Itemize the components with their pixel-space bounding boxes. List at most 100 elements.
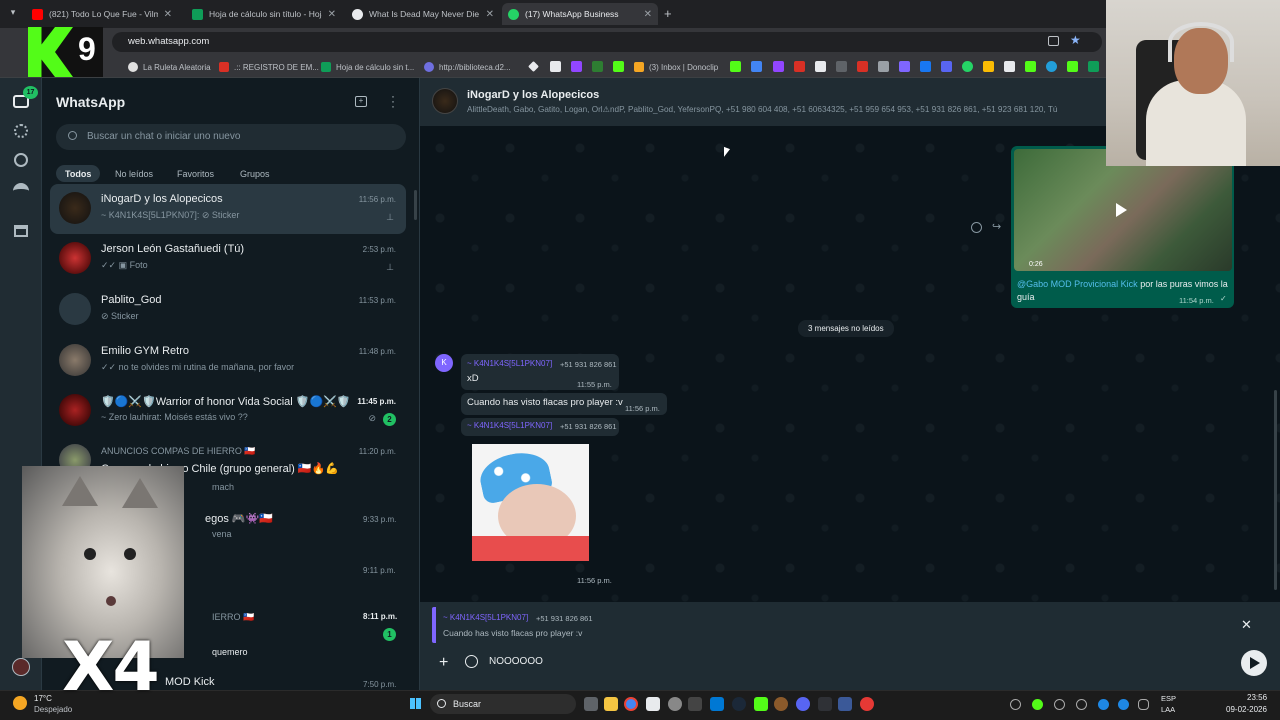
close-icon[interactable]: ✕ [164, 9, 172, 20]
install-app-icon[interactable] [1048, 36, 1059, 46]
group-avatar[interactable] [432, 88, 458, 114]
close-icon[interactable]: ✕ [486, 9, 494, 20]
reply-quote[interactable] [432, 607, 436, 643]
chat-item[interactable]: Jerson León Gastañuedi (Tú) ✓✓ ▣ Foto 2:… [50, 234, 406, 284]
sticker[interactable] [472, 444, 589, 561]
communities-nav-icon[interactable] [13, 183, 29, 195]
bookmark-donoclip[interactable]: (3) Inbox | Donoclip [634, 60, 718, 74]
sender-name[interactable]: ~ K4N1K4S[5L1PKN07] [467, 421, 552, 430]
channels-nav-icon[interactable] [14, 153, 28, 167]
chat-item[interactable]: 🛡️🔵⚔️🛡️Warrior of honor Vida Social 🛡️🔵⚔… [50, 386, 406, 436]
tab-search-button[interactable]: ▾ [6, 7, 20, 21]
app-icon[interactable] [710, 697, 724, 711]
tray-icon[interactable] [1076, 699, 1087, 710]
explorer-icon[interactable] [604, 697, 618, 711]
sender-name[interactable]: ~ K4N1K4S[5L1PKN07] [467, 359, 552, 368]
url-text[interactable]: web.whatsapp.com [128, 36, 209, 47]
bookmark-icon[interactable] [815, 61, 826, 72]
menu-icon[interactable]: · · · [389, 90, 397, 112]
app-icon[interactable] [860, 697, 874, 711]
filter-todos[interactable]: Todos [56, 165, 101, 182]
tab-sheets[interactable]: Hoja de cálculo sin título - Hoja ✕ [186, 3, 342, 25]
app-icon[interactable] [818, 697, 832, 711]
bookmark-icon[interactable] [571, 61, 582, 72]
bookmark-icon[interactable] [613, 61, 624, 72]
bookmark-icon[interactable] [550, 61, 561, 72]
group-name[interactable]: iNogarD y los Alopecicos [467, 89, 599, 101]
chrome-icon[interactable] [624, 697, 638, 711]
mention[interactable]: @Gabo MOD Provicional Kick [1017, 279, 1138, 289]
close-icon[interactable]: ✕ [644, 9, 652, 20]
bookmark-star-icon[interactable]: ★ [1070, 33, 1081, 47]
taskbar-search[interactable] [430, 694, 576, 714]
catalog-nav-icon[interactable] [14, 225, 28, 237]
sticker-icon[interactable] [465, 655, 478, 668]
tab-whatsapp[interactable]: (17) WhatsApp Business ✕ [502, 3, 658, 25]
new-tab-button[interactable]: + [664, 6, 672, 21]
bookmark-icon[interactable] [751, 61, 762, 72]
bookmark-icon[interactable] [920, 61, 931, 72]
kick-icon[interactable] [754, 697, 768, 711]
bookmark-icon[interactable] [1088, 61, 1099, 72]
message-input[interactable]: NOOOOOO [489, 656, 543, 667]
bookmark-registro[interactable]: .:: REGISTRO DE EM... [219, 60, 319, 74]
emoji-react-icon[interactable] [971, 222, 982, 233]
chat-scrollbar[interactable] [1274, 390, 1277, 590]
tray-icon[interactable] [1054, 699, 1065, 710]
app-icon[interactable] [838, 697, 852, 711]
bookmark-icon[interactable] [941, 61, 952, 72]
bookmark-icon[interactable] [1025, 61, 1036, 72]
bookmark-icon[interactable] [730, 61, 741, 72]
bookmark-icon[interactable] [794, 61, 805, 72]
omnibox[interactable] [112, 32, 1102, 52]
pin-icon: ⊥ [386, 212, 394, 222]
new-chat-icon[interactable]: + [355, 96, 367, 107]
chat-item[interactable]: iNogarD y los Alopecicos ~ K4N1K4S[5L1PK… [50, 184, 406, 234]
bookmark-icon[interactable] [962, 61, 973, 72]
bookmark-icon[interactable] [773, 61, 784, 72]
chat-list-scrollbar[interactable] [414, 190, 417, 220]
bookmark-icon[interactable] [878, 61, 889, 72]
bookmark-icon[interactable] [1046, 61, 1057, 72]
bookmark-ruleta[interactable]: La Ruleta Aleatoria [128, 60, 211, 74]
tray-icon[interactable] [1118, 699, 1129, 710]
play-icon[interactable] [1116, 203, 1127, 217]
tray-icon[interactable] [1010, 699, 1021, 710]
close-reply-icon[interactable]: ✕ [1241, 617, 1252, 633]
bookmark-icon[interactable] [857, 61, 868, 72]
tab-youtube[interactable]: (821) Todo Lo Que Fue - Vilma ✕ [26, 3, 178, 25]
app-icon[interactable] [688, 697, 702, 711]
tray-icon[interactable] [1032, 699, 1043, 710]
bookmark-icon[interactable] [1067, 61, 1078, 72]
sender-avatar[interactable]: K [435, 354, 453, 372]
tab-dead[interactable]: What Is Dead May Never Die - ✕ [346, 3, 500, 25]
bookmark-icon[interactable] [592, 61, 603, 72]
app-icon[interactable] [668, 697, 682, 711]
close-icon[interactable]: ✕ [328, 9, 336, 20]
windows-start-icon[interactable] [410, 698, 421, 709]
filter-grupos[interactable]: Grupos [231, 165, 279, 182]
app-icon[interactable] [646, 697, 660, 711]
tray-icon[interactable] [1098, 699, 1109, 710]
bookmark-hoja[interactable]: Hoja de cálculo sin t... [321, 60, 414, 74]
filter-favoritos[interactable]: Favoritos [168, 165, 223, 182]
chat-item[interactable]: Pablito_God ⊘ Sticker 11:53 p.m. [50, 285, 406, 335]
forward-icon[interactable]: ↪ [992, 220, 1001, 233]
bookmark-icon[interactable] [899, 61, 910, 72]
mic-icon[interactable] [1138, 699, 1149, 710]
filter-no-leidos[interactable]: No leídos [106, 165, 162, 182]
status-nav-icon[interactable] [14, 124, 28, 138]
app-icon[interactable] [774, 697, 788, 711]
bookmark-biblioteca[interactable]: http://biblioteca.d2... [424, 60, 511, 74]
bookmark-icon[interactable] [1004, 61, 1015, 72]
bookmark-icon[interactable] [983, 61, 994, 72]
taskview-icon[interactable] [584, 697, 598, 711]
lang-indicator[interactable]: ESP [1161, 694, 1176, 703]
multiplier-text: X4 [62, 628, 160, 707]
discord-icon[interactable] [796, 697, 810, 711]
steam-icon[interactable] [732, 697, 746, 711]
bookmark-icon[interactable] [836, 61, 847, 72]
clock-time[interactable]: 23:56 [1247, 693, 1267, 702]
chat-item[interactable]: Emilio GYM Retro ✓✓ no te olvides mi rut… [50, 336, 406, 386]
plus-icon[interactable]: + [439, 654, 448, 672]
